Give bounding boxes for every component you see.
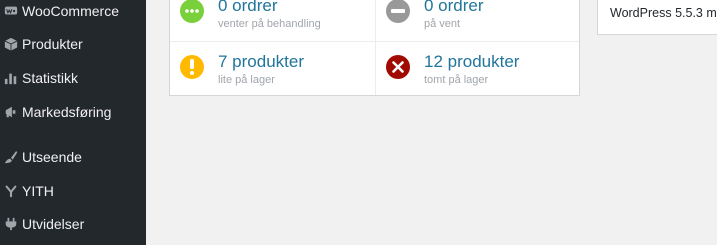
low-stock-caption: lite på lager: [218, 74, 275, 86]
woocommerce-icon: [3, 3, 19, 19]
wordpress-version-text: WordPress 5.5.3 m: [610, 6, 717, 20]
bar-chart-icon: [3, 70, 19, 86]
sidebar-item-label: Markedsføring: [22, 104, 112, 120]
exclamation-icon: [180, 55, 204, 79]
plugin-icon: [3, 216, 19, 232]
x-icon: [386, 55, 410, 79]
sidebar-item-products[interactable]: Produkter: [0, 29, 146, 59]
woocommerce-status-widget: 0 ordrer venter på behandling 0 ordrer p…: [169, 0, 580, 96]
sidebar-item-label: YITH: [22, 183, 54, 199]
sidebar-item-marketing[interactable]: Markedsføring: [0, 97, 146, 127]
on-hold-orders-count: 0 ordrer: [424, 0, 484, 15]
sidebar-item-plugins[interactable]: Utvidelser: [0, 209, 146, 239]
admin-sidebar: WooCommerce Produkter Statistikk Markeds…: [0, 0, 146, 245]
paintbrush-icon: [3, 149, 19, 165]
sidebar-item-label: Statistikk: [22, 70, 79, 86]
low-stock-link[interactable]: 7 produkter lite på lager: [170, 52, 375, 110]
sidebar-item-woocommerce[interactable]: WooCommerce: [0, 0, 146, 26]
processing-orders-link[interactable]: 0 ordrer venter på behandling: [170, 0, 375, 54]
megaphone-icon: [3, 104, 19, 120]
out-of-stock-link[interactable]: 12 produkter tomt på lager: [376, 52, 581, 110]
sidebar-item-label: Utvidelser: [22, 216, 85, 232]
sidebar-item-yith[interactable]: YITH: [0, 176, 146, 206]
on-hold-orders-link[interactable]: 0 ordrer på vent: [376, 0, 581, 54]
low-stock-count: 7 produkter: [218, 52, 304, 71]
processing-orders-count: 0 ordrer: [218, 0, 278, 15]
sidebar-item-appearance[interactable]: Utseende: [0, 142, 146, 172]
sidebar-item-label: Utseende: [22, 149, 82, 165]
out-of-stock-count: 12 produkter: [424, 52, 520, 71]
processing-orders-caption: venter på behandling: [218, 18, 321, 30]
at-a-glance-panel: WordPress 5.5.3 m: [597, 0, 717, 35]
products-box-icon: [3, 36, 19, 52]
out-of-stock-caption: tomt på lager: [424, 74, 489, 86]
sidebar-item-label: WooCommerce: [22, 3, 119, 19]
sidebar-item-label: Produkter: [22, 36, 83, 52]
ellipsis-icon: [180, 0, 204, 23]
sidebar-item-analytics[interactable]: Statistikk: [0, 63, 146, 93]
yith-icon: [3, 183, 19, 199]
minus-icon: [386, 0, 410, 23]
on-hold-orders-caption: på vent: [424, 18, 461, 30]
